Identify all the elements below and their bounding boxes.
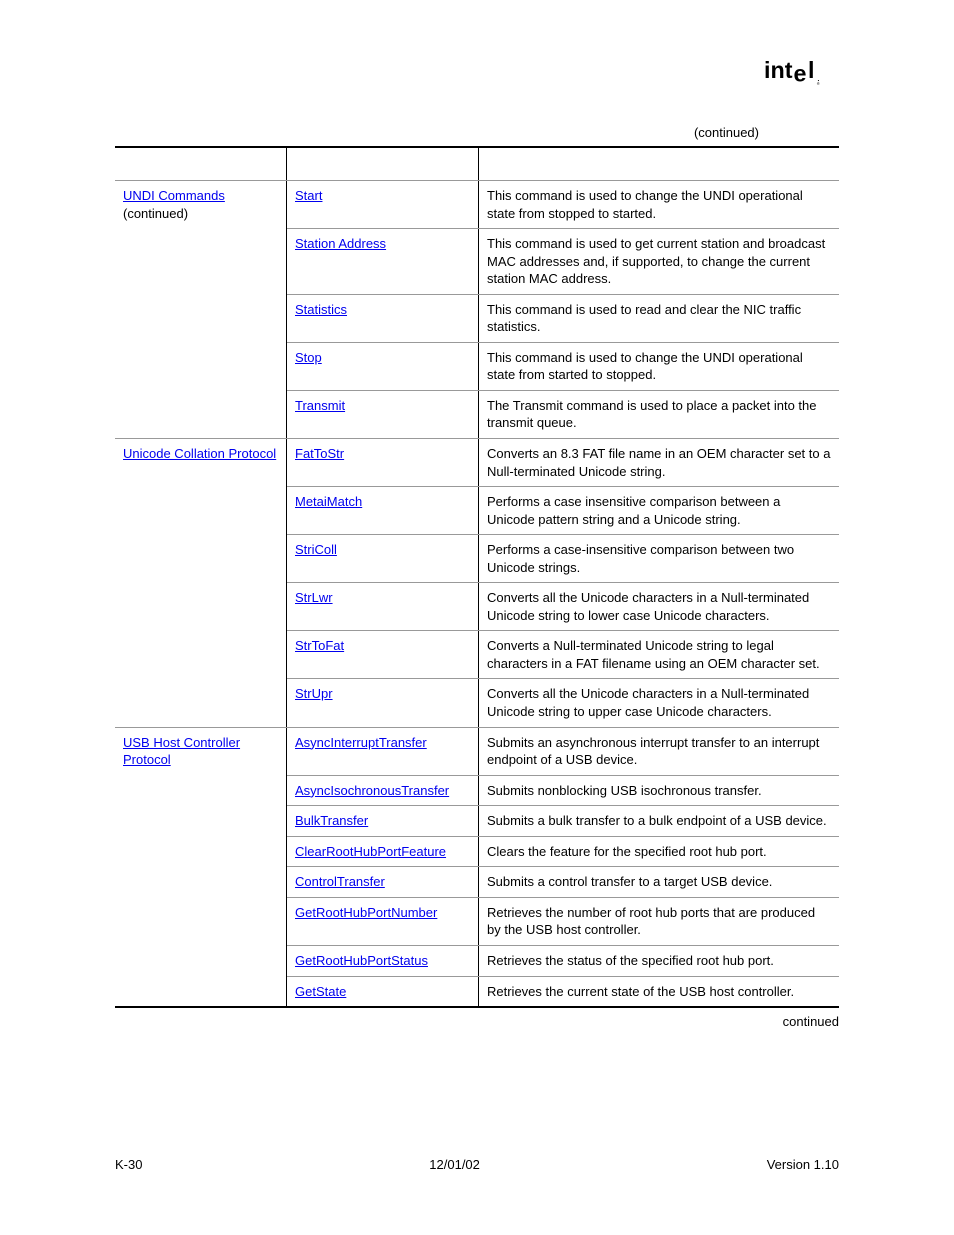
category-cell bbox=[115, 535, 287, 583]
category-link[interactable]: Unicode Collation Protocol bbox=[123, 446, 276, 461]
function-cell: StrToFat bbox=[287, 631, 479, 679]
category-cell: UNDI Commands (continued) bbox=[115, 181, 287, 229]
description-cell: Retrieves the current state of the USB h… bbox=[479, 976, 840, 1007]
function-link[interactable]: GetRootHubPortStatus bbox=[295, 953, 428, 968]
function-link[interactable]: Transmit bbox=[295, 398, 345, 413]
category-cell bbox=[115, 806, 287, 837]
description-cell: Converts a Null-terminated Unicode strin… bbox=[479, 631, 840, 679]
description-cell: This command is used to change the UNDI … bbox=[479, 181, 840, 229]
function-cell: ControlTransfer bbox=[287, 867, 479, 898]
description-cell: Submits a bulk transfer to a bulk endpoi… bbox=[479, 806, 840, 837]
footer-date: 12/01/02 bbox=[429, 1157, 480, 1172]
function-link[interactable]: FatToStr bbox=[295, 446, 344, 461]
function-link[interactable]: MetaiMatch bbox=[295, 494, 362, 509]
category-cell bbox=[115, 294, 287, 342]
category-cell: Unicode Collation Protocol bbox=[115, 439, 287, 487]
function-cell: AsyncIsochronousTransfer bbox=[287, 775, 479, 806]
description-cell: Converts all the Unicode characters in a… bbox=[479, 583, 840, 631]
reference-table: UNDI Commands (continued) Start This comma… bbox=[115, 146, 839, 1008]
category-cell bbox=[115, 342, 287, 390]
function-cell: BulkTransfer bbox=[287, 806, 479, 837]
function-link[interactable]: Statistics bbox=[295, 302, 347, 317]
function-link[interactable]: BulkTransfer bbox=[295, 813, 368, 828]
function-cell: ClearRootHubPortFeature bbox=[287, 836, 479, 867]
category-cell bbox=[115, 679, 287, 727]
category-cell bbox=[115, 487, 287, 535]
footer-version: Version 1.10 bbox=[767, 1157, 839, 1172]
category-cell bbox=[115, 836, 287, 867]
description-cell: This command is used to get current stat… bbox=[479, 229, 840, 295]
function-cell: Station Address bbox=[287, 229, 479, 295]
category-cell bbox=[115, 976, 287, 1007]
function-link[interactable]: StrToFat bbox=[295, 638, 344, 653]
description-cell: Converts all the Unicode characters in a… bbox=[479, 679, 840, 727]
function-cell: GetRootHubPortNumber bbox=[287, 897, 479, 945]
function-link[interactable]: ClearRootHubPortFeature bbox=[295, 844, 446, 859]
function-link[interactable]: StrLwr bbox=[295, 590, 333, 605]
category-suffix: (continued) bbox=[123, 206, 188, 221]
svg-text:®: ® bbox=[817, 81, 820, 86]
function-cell: Stop bbox=[287, 342, 479, 390]
function-link[interactable]: AsyncInterruptTransfer bbox=[295, 735, 427, 750]
description-cell: This command is used to read and clear t… bbox=[479, 294, 840, 342]
category-cell bbox=[115, 229, 287, 295]
description-cell: Converts an 8.3 FAT file name in an OEM … bbox=[479, 439, 840, 487]
category-cell bbox=[115, 775, 287, 806]
description-cell: Clears the feature for the specified roo… bbox=[479, 836, 840, 867]
category-link[interactable]: USB Host Controller Protocol bbox=[123, 735, 240, 768]
category-cell bbox=[115, 390, 287, 438]
svg-text:e: e bbox=[794, 61, 807, 87]
function-cell: StrUpr bbox=[287, 679, 479, 727]
category-cell bbox=[115, 897, 287, 945]
function-cell: GetRootHubPortStatus bbox=[287, 945, 479, 976]
function-link[interactable]: GetState bbox=[295, 984, 346, 999]
function-cell: Transmit bbox=[287, 390, 479, 438]
function-cell: StrLwr bbox=[287, 583, 479, 631]
description-cell: Performs a case insensitive comparison b… bbox=[479, 487, 840, 535]
function-link[interactable]: GetRootHubPortNumber bbox=[295, 905, 437, 920]
function-link[interactable]: Stop bbox=[295, 350, 322, 365]
svg-text:int: int bbox=[764, 57, 793, 83]
function-cell: StriColl bbox=[287, 535, 479, 583]
description-cell: Submits an asynchronous interrupt transf… bbox=[479, 727, 840, 775]
function-cell: AsyncInterruptTransfer bbox=[287, 727, 479, 775]
function-cell: MetaiMatch bbox=[287, 487, 479, 535]
svg-text:l: l bbox=[808, 57, 814, 83]
description-cell: Submits nonblocking USB isochronous tran… bbox=[479, 775, 840, 806]
category-cell bbox=[115, 945, 287, 976]
function-cell: FatToStr bbox=[287, 439, 479, 487]
function-cell: GetState bbox=[287, 976, 479, 1007]
intel-logo: int e l ® bbox=[115, 55, 839, 105]
description-cell: Performs a case-insensitive comparison b… bbox=[479, 535, 840, 583]
description-cell: Retrieves the number of root hub ports t… bbox=[479, 897, 840, 945]
description-cell: Submits a control transfer to a target U… bbox=[479, 867, 840, 898]
function-cell: Statistics bbox=[287, 294, 479, 342]
description-cell: Retrieves the status of the specified ro… bbox=[479, 945, 840, 976]
category-link[interactable]: UNDI Commands bbox=[123, 188, 225, 203]
description-cell: This command is used to change the UNDI … bbox=[479, 342, 840, 390]
continued-label-bottom: continued bbox=[115, 1014, 839, 1029]
page-footer: K-30 12/01/02 Version 1.10 bbox=[115, 1157, 839, 1172]
continued-label-top: (continued) bbox=[115, 125, 839, 140]
function-link[interactable]: Start bbox=[295, 188, 322, 203]
function-link[interactable]: StrUpr bbox=[295, 686, 333, 701]
category-cell bbox=[115, 867, 287, 898]
function-cell: Start bbox=[287, 181, 479, 229]
category-cell: USB Host Controller Protocol bbox=[115, 727, 287, 775]
description-cell: The Transmit command is used to place a … bbox=[479, 390, 840, 438]
function-link[interactable]: ControlTransfer bbox=[295, 874, 385, 889]
category-cell bbox=[115, 631, 287, 679]
function-link[interactable]: AsyncIsochronousTransfer bbox=[295, 783, 449, 798]
function-link[interactable]: Station Address bbox=[295, 236, 386, 251]
category-cell bbox=[115, 583, 287, 631]
footer-page-number: K-30 bbox=[115, 1157, 142, 1172]
function-link[interactable]: StriColl bbox=[295, 542, 337, 557]
